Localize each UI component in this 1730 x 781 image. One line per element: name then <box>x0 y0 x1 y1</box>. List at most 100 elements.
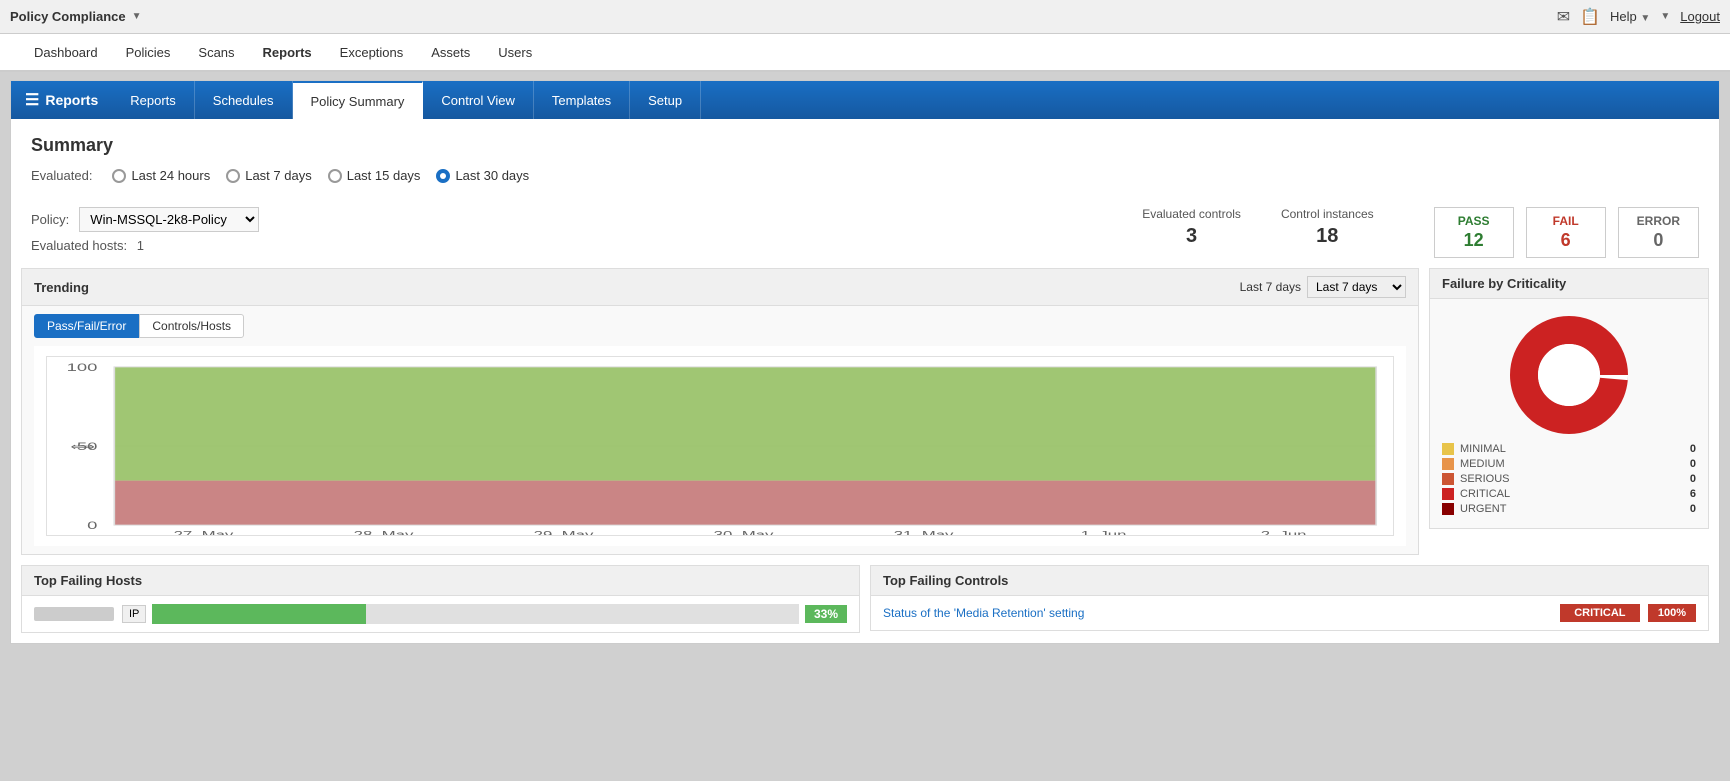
evaluated-label: Evaluated: <box>31 168 92 183</box>
tab-policy-summary[interactable]: Policy Summary <box>293 81 424 119</box>
bottom-split: Top Failing Hosts IP 33% Top Fa <box>11 565 1719 643</box>
chart-tab-controls-hosts[interactable]: Controls/Hosts <box>139 314 244 338</box>
legend-area: MINIMAL 0 MEDIUM 0 SERIOUS 0 <box>1430 443 1708 515</box>
app-dropdown-arrow[interactable]: ▼ <box>132 11 142 22</box>
legend-medium: MEDIUM 0 <box>1442 458 1696 470</box>
urgent-label: URGENT <box>1460 503 1684 515</box>
chart-tab-pass-fail[interactable]: Pass/Fail/Error <box>34 314 139 338</box>
control-percentage: 100% <box>1648 604 1696 622</box>
legend-serious: SERIOUS 0 <box>1442 473 1696 485</box>
trending-header: Trending Last 7 days Last 7 days Last 30… <box>22 269 1418 306</box>
nav-scans[interactable]: Scans <box>184 37 248 70</box>
trending-box: Trending Last 7 days Last 7 days Last 30… <box>21 268 1419 555</box>
chart-tabs: Pass/Fail/Error Controls/Hosts <box>22 306 1418 338</box>
summary-title: Summary <box>31 135 1699 156</box>
criticality-box: Failure by Criticality MINIM <box>1429 268 1709 529</box>
policy-select[interactable]: Win-MSSQL-2k8-Policy <box>79 207 259 232</box>
failing-hosts-title: Top Failing Hosts <box>34 573 142 588</box>
host-percentage: 33% <box>805 605 847 623</box>
evaluated-row: Evaluated: Last 24 hours Last 7 days Las… <box>31 168 1699 183</box>
fail-badge: FAIL 6 <box>1526 207 1606 258</box>
critical-color-swatch <box>1442 488 1454 500</box>
serious-value: 0 <box>1690 473 1696 485</box>
pass-value: 12 <box>1453 230 1495 251</box>
criticality-title: Failure by Criticality <box>1442 276 1566 291</box>
host-ip-button[interactable]: IP <box>122 605 146 623</box>
donut-chart <box>1509 315 1629 435</box>
content-area: ☰ Reports Reports Schedules Policy Summa… <box>10 80 1720 644</box>
help-button[interactable]: Help ▼ <box>1610 9 1650 24</box>
period-select[interactable]: Last 7 days Last 30 days <box>1307 276 1406 298</box>
nav-users[interactable]: Users <box>484 37 546 70</box>
control-instances-label: Control instances <box>1281 207 1374 221</box>
nav-dashboard[interactable]: Dashboard <box>20 37 112 70</box>
nav-policies[interactable]: Policies <box>112 37 185 70</box>
medium-color-swatch <box>1442 458 1454 470</box>
tab-control-view[interactable]: Control View <box>423 81 533 119</box>
tab-templates[interactable]: Templates <box>534 81 630 119</box>
eval-controls-block: Evaluated controls 3 <box>1142 207 1241 248</box>
nav-assets[interactable]: Assets <box>417 37 484 70</box>
eval-controls-label: Evaluated controls <box>1142 207 1241 221</box>
clipboard-icon[interactable]: 📋 <box>1580 7 1600 27</box>
minimal-label: MINIMAL <box>1460 443 1684 455</box>
nav-reports[interactable]: Reports <box>249 37 326 70</box>
minimal-color-swatch <box>1442 443 1454 455</box>
trending-panel: Trending Last 7 days Last 7 days Last 30… <box>21 268 1419 555</box>
medium-value: 0 <box>1690 458 1696 470</box>
tab-schedules[interactable]: Schedules <box>195 81 293 119</box>
trending-period-row: Last 7 days Last 7 days Last 30 days <box>1240 276 1406 298</box>
logout-button[interactable]: Logout <box>1680 9 1720 24</box>
host-bar-fill <box>152 604 365 624</box>
radio-circle-24h <box>112 169 126 183</box>
radio-group: Last 24 hours Last 7 days Last 15 days L… <box>112 168 529 183</box>
control-instances-block: Control instances 18 <box>1281 207 1374 248</box>
radio-last-15d[interactable]: Last 15 days <box>328 168 421 183</box>
error-badge: ERROR 0 <box>1618 207 1699 258</box>
error-label: ERROR <box>1637 214 1680 228</box>
svg-text:⟺: ⟺ <box>71 441 95 452</box>
svg-text:27. May: 27. May <box>174 529 234 535</box>
period-label: Last 7 days <box>1240 280 1301 294</box>
host-bar-bg <box>152 604 799 624</box>
reports-icon: ☰ <box>25 90 39 110</box>
stats-mid: Evaluated controls 3 Control instances 1… <box>1102 207 1413 248</box>
serious-color-swatch <box>1442 473 1454 485</box>
control-link[interactable]: Status of the 'Media Retention' setting <box>883 606 1552 620</box>
radio-last-7d[interactable]: Last 7 days <box>226 168 312 183</box>
host-name <box>34 607 114 621</box>
serious-label: SERIOUS <box>1460 473 1684 485</box>
tab-setup[interactable]: Setup <box>630 81 701 119</box>
failing-controls-box: Top Failing Controls Status of the 'Medi… <box>870 565 1709 631</box>
top-bar: Policy Compliance ▼ ✉ 📋 Help ▼ ▼ Logout <box>0 0 1730 34</box>
mail-icon[interactable]: ✉ <box>1557 7 1570 27</box>
nav-bar: Dashboard Policies Scans Reports Excepti… <box>0 34 1730 72</box>
svg-text:1. Jun: 1. Jun <box>1081 529 1127 535</box>
pass-badge: PASS 12 <box>1434 207 1514 258</box>
urgent-value: 0 <box>1690 503 1696 515</box>
radio-last-24h[interactable]: Last 24 hours <box>112 168 210 183</box>
app-title: Policy Compliance <box>10 9 126 24</box>
svg-text:100: 100 <box>67 362 98 374</box>
control-instances-value: 18 <box>1281 225 1374 248</box>
hosts-row: Evaluated hosts: 1 <box>31 238 259 253</box>
pass-label: PASS <box>1453 214 1495 228</box>
user-dropdown-arrow[interactable]: ▼ <box>1660 11 1670 22</box>
sub-nav: ☰ Reports Reports Schedules Policy Summa… <box>11 81 1719 119</box>
stat-badges: PASS 12 FAIL 6 ERROR 0 <box>1434 207 1699 258</box>
top-bar-left: Policy Compliance ▼ <box>10 9 142 24</box>
policy-hosts-block: Policy: Win-MSSQL-2k8-Policy Evaluated h… <box>31 207 259 253</box>
critical-value: 6 <box>1690 488 1696 500</box>
failing-controls-title: Top Failing Controls <box>883 573 1008 588</box>
nav-exceptions[interactable]: Exceptions <box>326 37 418 70</box>
host-row: IP 33% <box>22 596 859 632</box>
fail-value: 6 <box>1545 230 1587 251</box>
top-failing-hosts-panel: Top Failing Hosts IP 33% <box>21 565 860 633</box>
tab-reports[interactable]: Reports <box>112 81 195 119</box>
eval-controls-value: 3 <box>1142 225 1241 248</box>
main-split: Trending Last 7 days Last 7 days Last 30… <box>11 268 1719 565</box>
svg-text:2. Jun: 2. Jun <box>1261 529 1307 535</box>
hosts-value: 1 <box>137 238 144 253</box>
top-bar-right: ✉ 📋 Help ▼ ▼ Logout <box>1557 7 1720 27</box>
radio-last-30d[interactable]: Last 30 days <box>436 168 529 183</box>
